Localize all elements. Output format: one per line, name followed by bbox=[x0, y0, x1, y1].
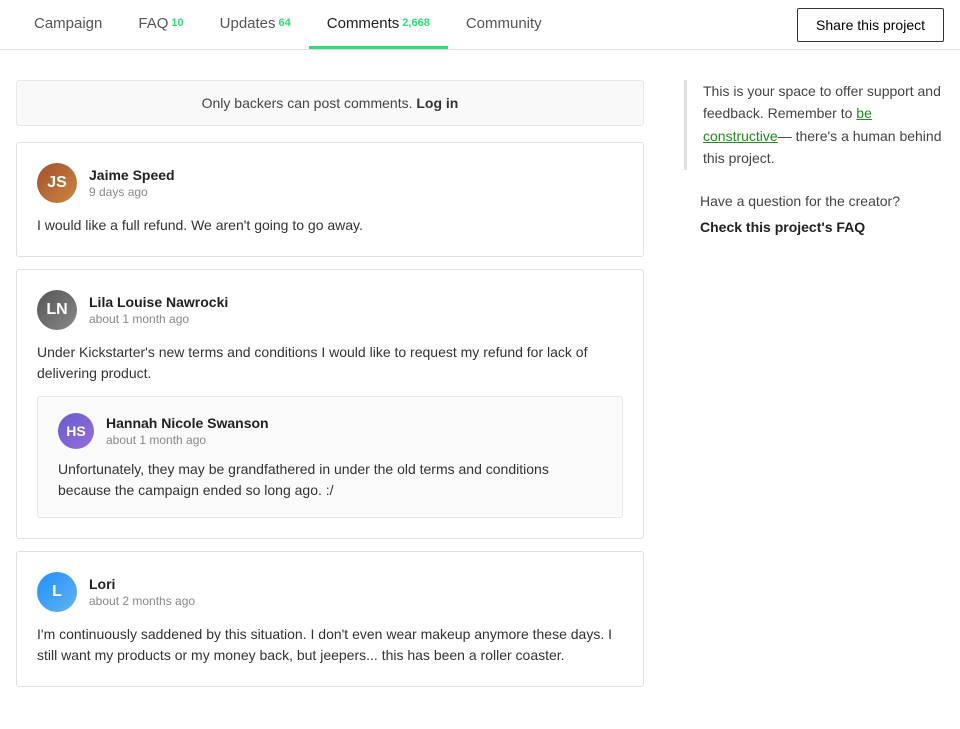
comment-header: JS Jaime Speed 9 days ago bbox=[37, 163, 623, 203]
comment-meta: Hannah Nicole Swanson about 1 month ago bbox=[106, 415, 269, 447]
comment-meta: Lila Louise Nawrocki about 1 month ago bbox=[89, 294, 228, 326]
avatar: HS bbox=[58, 413, 94, 449]
tab-community[interactable]: Community bbox=[448, 0, 560, 49]
comment-time: 9 days ago bbox=[89, 185, 175, 199]
comment-author: Hannah Nicole Swanson bbox=[106, 415, 269, 431]
faq-badge: 10 bbox=[171, 17, 183, 29]
comment-card: JS Jaime Speed 9 days ago I would like a… bbox=[16, 142, 644, 257]
comment-body: Unfortunately, they may be grandfathered… bbox=[58, 459, 602, 501]
comments-column: Only backers can post comments. Log in J… bbox=[16, 80, 644, 699]
comment-body: I would like a full refund. We aren't go… bbox=[37, 215, 623, 236]
tab-updates[interactable]: Updates64 bbox=[202, 0, 309, 49]
comments-badge: 2,668 bbox=[402, 17, 430, 29]
comment-author: Jaime Speed bbox=[89, 167, 175, 183]
comment-author: Lori bbox=[89, 576, 195, 592]
comment-card: L Lori about 2 months ago I'm continuous… bbox=[16, 551, 644, 687]
comment-time: about 1 month ago bbox=[89, 312, 228, 326]
comment-header: HS Hannah Nicole Swanson about 1 month a… bbox=[58, 413, 602, 449]
sidebar: This is your space to offer support and … bbox=[684, 80, 944, 699]
login-notice: Only backers can post comments. Log in bbox=[16, 80, 644, 126]
comment-time: about 1 month ago bbox=[106, 433, 269, 447]
comment-header: L Lori about 2 months ago bbox=[37, 572, 623, 612]
comment-header: LN Lila Louise Nawrocki about 1 month ag… bbox=[37, 290, 623, 330]
comment-meta: Lori about 2 months ago bbox=[89, 576, 195, 608]
login-link[interactable]: Log in bbox=[416, 95, 458, 111]
comment-time: about 2 months ago bbox=[89, 594, 195, 608]
nav-tabs: Campaign FAQ10 Updates64 Comments2,668 C… bbox=[16, 0, 560, 49]
avatar: L bbox=[37, 572, 77, 612]
sidebar-support-text: This is your space to offer support and … bbox=[684, 80, 944, 170]
tab-faq[interactable]: FAQ10 bbox=[120, 0, 201, 49]
share-button[interactable]: Share this project bbox=[797, 8, 944, 42]
comment-author: Lila Louise Nawrocki bbox=[89, 294, 228, 310]
updates-badge: 64 bbox=[279, 17, 291, 29]
faq-link[interactable]: Check this project's FAQ bbox=[700, 216, 944, 238]
avatar: LN bbox=[37, 290, 77, 330]
comment-meta: Jaime Speed 9 days ago bbox=[89, 167, 175, 199]
main-layout: Only backers can post comments. Log in J… bbox=[0, 50, 960, 729]
avatar: JS bbox=[37, 163, 77, 203]
tab-campaign[interactable]: Campaign bbox=[16, 0, 120, 49]
comment-body: Under Kickstarter's new terms and condit… bbox=[37, 342, 623, 384]
reply-card: HS Hannah Nicole Swanson about 1 month a… bbox=[37, 396, 623, 518]
comment-card: LN Lila Louise Nawrocki about 1 month ag… bbox=[16, 269, 644, 539]
comment-body: I'm continuously saddened by this situat… bbox=[37, 624, 623, 666]
sidebar-question: Have a question for the creator? Check t… bbox=[684, 190, 944, 239]
nav-bar: Campaign FAQ10 Updates64 Comments2,668 C… bbox=[0, 0, 960, 50]
tab-comments[interactable]: Comments2,668 bbox=[309, 0, 448, 49]
